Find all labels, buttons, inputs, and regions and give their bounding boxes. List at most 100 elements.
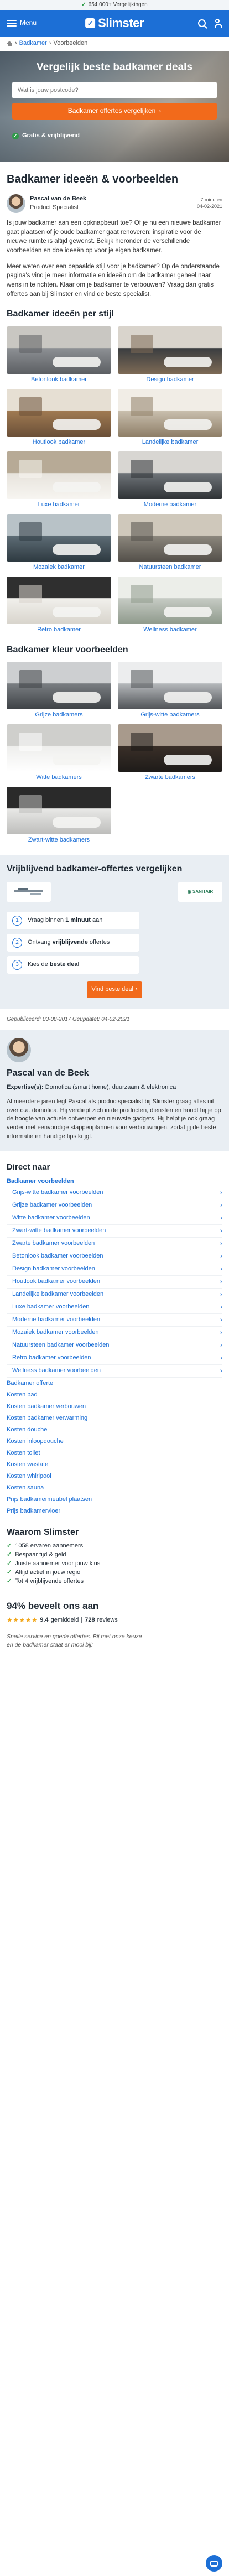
gallery-card-label[interactable]: Zwart-witte badkamers	[28, 836, 90, 845]
direct-nav-link[interactable]: Design badkamer voorbeelden	[12, 1265, 95, 1274]
gallery-card[interactable]: Landelijke badkamer	[118, 388, 222, 447]
menu-button[interactable]: Menu	[7, 18, 62, 28]
direct-nav-link[interactable]: Grijze badkamer voorbeelden	[12, 1201, 92, 1210]
direct-nav-item[interactable]: Grijs-witte badkamer voorbeelden ›	[7, 1187, 222, 1199]
gallery-card-label[interactable]: Retro badkamer	[37, 626, 81, 635]
bathroom-image[interactable]	[7, 661, 111, 709]
gallery-card-label[interactable]: Witte badkamers	[36, 773, 82, 782]
direct-nav-link[interactable]: Landelijke badkamer voorbeelden	[12, 1290, 103, 1299]
gallery-card-label[interactable]: Zwarte badkamers	[145, 773, 195, 782]
gallery-card-label[interactable]: Houtlook badkamer	[33, 438, 85, 447]
direct-nav-link[interactable]: Prijs badkamervloer	[7, 1507, 60, 1516]
direct-nav-link[interactable]: Prijs badkamermeubel plaatsen	[7, 1495, 92, 1504]
direct-nav-top-link[interactable]: Kosten bad	[7, 1389, 222, 1401]
find-best-deal-button[interactable]: Vind beste deal ›	[87, 981, 142, 998]
bathroom-image[interactable]	[7, 724, 111, 772]
direct-nav-item[interactable]: Wellness badkamer voorbeelden ›	[7, 1365, 222, 1378]
direct-nav-link[interactable]: Kosten sauna	[7, 1484, 44, 1493]
gallery-card-label[interactable]: Moderne badkamer	[144, 501, 196, 510]
chat-button[interactable]	[206, 2555, 222, 2572]
direct-nav-item[interactable]: Mozaiek badkamer voorbeelden ›	[7, 1327, 222, 1339]
direct-nav-link[interactable]: Kosten inloopdouche	[7, 1437, 64, 1446]
gallery-card[interactable]: Moderne badkamer	[118, 451, 222, 510]
direct-nav-link[interactable]: Houtlook badkamer voorbeelden	[12, 1277, 100, 1286]
direct-nav-top-link[interactable]: Kosten wastafel	[7, 1459, 222, 1471]
direct-nav-link[interactable]: Kosten wastafel	[7, 1461, 50, 1469]
bathroom-image[interactable]	[7, 786, 111, 834]
direct-nav-item[interactable]: Grijze badkamer voorbeelden ›	[7, 1199, 222, 1212]
home-icon[interactable]	[7, 41, 13, 46]
gallery-card-label[interactable]: Design badkamer	[146, 376, 194, 385]
direct-nav-link[interactable]: Wellness badkamer voorbeelden	[12, 1367, 101, 1375]
direct-nav-top-link[interactable]: Kosten badkamer verwarming	[7, 1412, 222, 1424]
gallery-card[interactable]: Luxe badkamer	[7, 451, 111, 510]
direct-nav-item[interactable]: Landelijke badkamer voorbeelden ›	[7, 1289, 222, 1301]
user-icon[interactable]	[215, 19, 222, 28]
bathroom-image[interactable]	[118, 451, 222, 499]
direct-nav-item[interactable]: Betonlook badkamer voorbeelden ›	[7, 1250, 222, 1263]
direct-nav-link[interactable]: Badkamer offerte	[7, 1379, 53, 1388]
bathroom-image[interactable]	[118, 326, 222, 374]
gallery-card-label[interactable]: Luxe badkamer	[38, 501, 80, 510]
direct-nav-top-link[interactable]: Prijs badkamermeubel plaatsen	[7, 1494, 222, 1505]
direct-nav-top-link[interactable]: Kosten douche	[7, 1424, 222, 1436]
gallery-card[interactable]: Wellness badkamer	[118, 576, 222, 635]
bathroom-image[interactable]	[118, 576, 222, 624]
direct-nav-link[interactable]: Moderne badkamer voorbeelden	[12, 1316, 100, 1325]
gallery-card[interactable]: Natuursteen badkamer	[118, 513, 222, 572]
gallery-card[interactable]: Design badkamer	[118, 326, 222, 385]
direct-nav-item[interactable]: Retro badkamer voorbeelden ›	[7, 1352, 222, 1365]
direct-nav-link[interactable]: Kosten badkamer verwarming	[7, 1414, 87, 1423]
direct-nav-link[interactable]: Kosten toilet	[7, 1449, 40, 1458]
gallery-card-label[interactable]: Betonlook badkamer	[31, 376, 87, 385]
bathroom-image[interactable]	[7, 451, 111, 499]
breadcrumb-link-badkamer[interactable]: Badkamer	[19, 39, 47, 48]
direct-nav-item[interactable]: Natuursteen badkamer voorbeelden ›	[7, 1339, 222, 1352]
direct-nav-link[interactable]: Zwarte badkamer voorbeelden	[12, 1239, 95, 1248]
direct-nav-link[interactable]: Zwart-witte badkamer voorbeelden	[12, 1227, 106, 1235]
direct-nav-link[interactable]: Luxe badkamer voorbeelden	[12, 1303, 89, 1312]
direct-nav-item[interactable]: Zwarte badkamer voorbeelden ›	[7, 1238, 222, 1250]
direct-nav-link[interactable]: Natuursteen badkamer voorbeelden	[12, 1341, 110, 1350]
direct-nav-item[interactable]: Moderne badkamer voorbeelden ›	[7, 1314, 222, 1327]
gallery-card[interactable]: Zwarte badkamers	[118, 724, 222, 782]
direct-nav-item[interactable]: Luxe badkamer voorbeelden ›	[7, 1301, 222, 1314]
direct-group-label[interactable]: Badkamer voorbeelden	[7, 1177, 222, 1187]
gallery-card[interactable]: Betonlook badkamer	[7, 326, 111, 385]
gallery-card-label[interactable]: Natuursteen badkamer	[139, 563, 201, 572]
direct-nav-item[interactable]: Witte badkamer voorbeelden ›	[7, 1212, 222, 1225]
direct-nav-link[interactable]: Kosten douche	[7, 1426, 47, 1435]
gallery-card-label[interactable]: Mozaiek badkamer	[33, 563, 85, 572]
gallery-card-label[interactable]: Landelijke badkamer	[142, 438, 199, 447]
bathroom-image[interactable]	[7, 513, 111, 562]
direct-nav-link[interactable]: Witte badkamer voorbeelden	[12, 1214, 90, 1223]
bathroom-image[interactable]	[118, 513, 222, 562]
direct-nav-link[interactable]: Kosten bad	[7, 1391, 38, 1400]
direct-nav-item[interactable]: Zwart-witte badkamer voorbeelden ›	[7, 1225, 222, 1238]
direct-nav-item[interactable]: Houtlook badkamer voorbeelden ›	[7, 1276, 222, 1289]
direct-nav-top-link[interactable]: Badkamer offerte	[7, 1378, 222, 1389]
direct-nav-top-link[interactable]: Prijs badkamervloer	[7, 1505, 222, 1517]
bathroom-image[interactable]	[118, 724, 222, 772]
direct-nav-top-link[interactable]: Kosten toilet	[7, 1447, 222, 1459]
bathroom-image[interactable]	[7, 326, 111, 374]
gallery-card[interactable]: Retro badkamer	[7, 576, 111, 635]
direct-nav-item[interactable]: Design badkamer voorbeelden ›	[7, 1263, 222, 1276]
direct-nav-link[interactable]: Kosten badkamer verbouwen	[7, 1403, 86, 1411]
gallery-card-label[interactable]: Wellness badkamer	[143, 626, 196, 635]
postcode-input[interactable]	[12, 81, 217, 98]
gallery-card[interactable]: Grijze badkamers	[7, 661, 111, 720]
bathroom-image[interactable]	[118, 388, 222, 437]
direct-nav-link[interactable]: Grijs-witte badkamer voorbeelden	[12, 1188, 103, 1197]
gallery-card[interactable]: Grijs-witte badkamers	[118, 661, 222, 720]
direct-nav-top-link[interactable]: Kosten whirlpool	[7, 1471, 222, 1482]
direct-nav-link[interactable]: Retro badkamer voorbeelden	[12, 1354, 91, 1363]
site-logo[interactable]: ✓ Slimster	[85, 14, 144, 32]
bathroom-image[interactable]	[118, 661, 222, 709]
gallery-card[interactable]: Zwart-witte badkamers	[7, 786, 111, 845]
direct-nav-top-link[interactable]: Kosten inloopdouche	[7, 1436, 222, 1447]
gallery-card[interactable]: Witte badkamers	[7, 724, 111, 782]
search-icon[interactable]	[198, 19, 206, 27]
gallery-card-label[interactable]: Grijze badkamers	[35, 711, 82, 720]
direct-nav-link[interactable]: Kosten whirlpool	[7, 1472, 51, 1481]
